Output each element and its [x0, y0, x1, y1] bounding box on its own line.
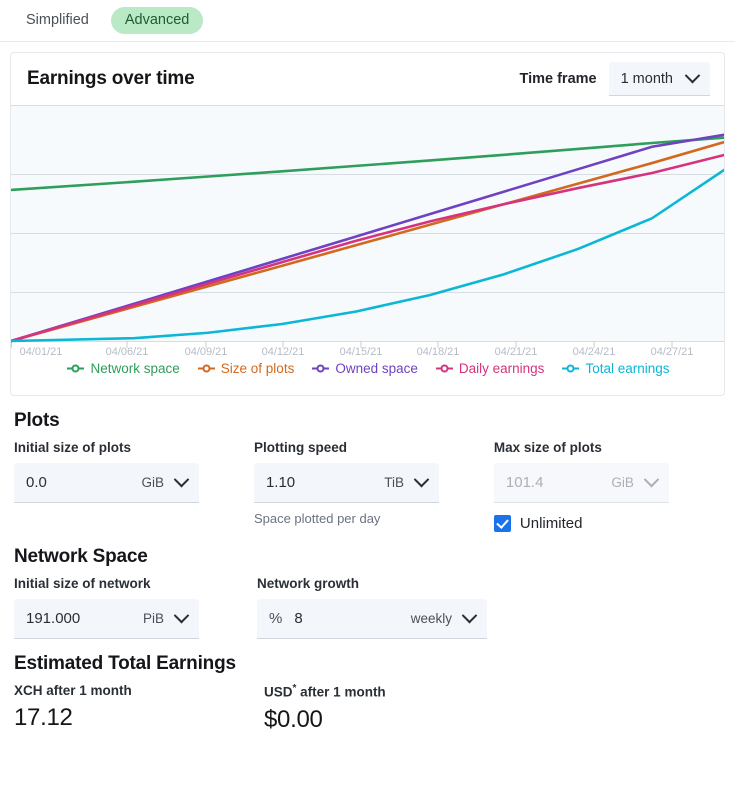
mode-tabbar: Simplified Advanced — [0, 0, 735, 42]
legend-item-3[interactable]: Daily earnings — [436, 361, 545, 376]
max-size-of-plots-value: 101.4 — [506, 474, 544, 491]
legend-item-2[interactable]: Owned space — [312, 361, 418, 376]
max-size-of-plots-field: Max size of plots 101.4 GiB Unlimited — [494, 440, 721, 532]
chart-legend: Network space Size of plots Owned space Dai… — [11, 355, 725, 386]
max-size-of-plots-input: 101.4 GiB — [494, 463, 669, 503]
initial-size-of-plots-label: Initial size of plots — [14, 440, 254, 455]
plots-heading: Plots — [14, 410, 721, 432]
chevron-down-icon — [174, 608, 190, 624]
initial-size-of-network-value: 191.000 — [26, 610, 80, 627]
x-axis-tick-labels: 04/01/21 04/06/21 04/09/21 04/12/21 04/15/21… — [20, 346, 694, 355]
earnings-values-row: XCH after 1 month 17.12 USD* after 1 mon… — [14, 683, 721, 734]
unit-value: TiB — [384, 475, 404, 490]
initial-size-of-plots-field: Initial size of plots 0.0 GiB — [14, 440, 254, 532]
legend-label: Daily earnings — [459, 361, 545, 376]
chevron-down-icon — [685, 68, 701, 84]
x-tick-label: 04/21/21 — [495, 346, 538, 355]
plotting-speed-input[interactable]: 1.10 TiB — [254, 463, 439, 503]
legend-marker-icon — [198, 363, 215, 374]
network-growth-period-select[interactable]: weekly — [411, 611, 475, 626]
usd-earnings-value: $0.00 — [264, 706, 514, 734]
initial-size-of-plots-value: 0.0 — [26, 474, 47, 491]
x-tick-label: 04/01/21 — [20, 346, 63, 355]
time-frame-value: 1 month — [621, 71, 673, 87]
network-growth-input[interactable]: % 8 weekly — [257, 599, 487, 639]
initial-size-of-network-field: Initial size of network 191.000 PiB — [14, 576, 257, 639]
unit-value: PiB — [143, 611, 164, 626]
plotting-speed-unit-select[interactable]: TiB — [384, 475, 427, 490]
time-frame-select[interactable]: 1 month — [609, 62, 710, 96]
tab-simplified[interactable]: Simplified — [12, 7, 103, 34]
tab-advanced[interactable]: Advanced — [111, 7, 204, 34]
unlimited-label: Unlimited — [520, 515, 583, 532]
chart-svg: 04/01/21 04/06/21 04/09/21 04/12/21 04/15/21… — [11, 105, 725, 355]
plot-background — [11, 105, 725, 341]
legend-label: Network space — [90, 361, 179, 376]
usd-earnings-label: USD* after 1 month — [264, 683, 514, 700]
plots-section: Plots Initial size of plots 0.0 GiB Plot… — [0, 410, 735, 532]
percent-symbol: % — [269, 610, 282, 627]
earnings-chart-card: Earnings over time Time frame 1 month — [10, 52, 725, 396]
plots-fields-row: Initial size of plots 0.0 GiB Plotting s… — [14, 440, 721, 532]
max-size-of-plots-label: Max size of plots — [494, 440, 721, 455]
time-frame-control: Time frame 1 month — [519, 62, 710, 96]
page-title: Earnings over time — [27, 68, 194, 90]
initial-size-of-plots-input[interactable]: 0.0 GiB — [14, 463, 199, 503]
legend-marker-icon — [436, 363, 453, 374]
network-growth-value-group: % 8 — [269, 610, 303, 627]
x-tick-label: 04/27/21 — [651, 346, 694, 355]
x-tick-label: 04/24/21 — [573, 346, 616, 355]
network-space-fields-row: Initial size of network 191.000 PiB Netw… — [14, 576, 721, 639]
plotting-speed-value: 1.10 — [266, 474, 295, 491]
xch-earnings-block: XCH after 1 month 17.12 — [14, 683, 264, 734]
xch-earnings-label: XCH after 1 month — [14, 683, 264, 698]
unlimited-checkbox[interactable] — [494, 515, 511, 532]
network-growth-field: Network growth % 8 weekly — [257, 576, 487, 639]
x-tick-label: 04/18/21 — [417, 346, 460, 355]
chart-card-header: Earnings over time Time frame 1 month — [11, 53, 724, 105]
xch-earnings-value: 17.12 — [14, 704, 264, 732]
estimated-total-earnings-heading: Estimated Total Earnings — [14, 653, 721, 675]
legend-label: Size of plots — [221, 361, 295, 376]
network-space-section: Network Space Initial size of network 19… — [0, 546, 735, 639]
estimated-total-earnings-section: Estimated Total Earnings XCH after 1 mon… — [0, 653, 735, 734]
usd-label-main: USD — [264, 685, 293, 700]
initial-size-of-network-label: Initial size of network — [14, 576, 257, 591]
legend-marker-icon — [562, 363, 579, 374]
unit-value: GiB — [611, 475, 634, 490]
usd-earnings-block: USD* after 1 month $0.00 — [264, 683, 514, 734]
chevron-down-icon — [414, 472, 430, 488]
unit-value: GiB — [141, 475, 164, 490]
legend-item-1[interactable]: Size of plots — [198, 361, 295, 376]
initial-size-of-network-input[interactable]: 191.000 PiB — [14, 599, 199, 639]
x-tick-label: 04/09/21 — [185, 346, 228, 355]
plotting-speed-label: Plotting speed — [254, 440, 494, 455]
plotting-speed-hint: Space plotted per day — [254, 511, 494, 526]
usd-label-rest: after 1 month — [296, 685, 385, 700]
earnings-chart-plot: 04/01/21 04/06/21 04/09/21 04/12/21 04/15/21… — [11, 105, 725, 395]
initial-size-of-plots-unit-select[interactable]: GiB — [141, 475, 187, 490]
legend-marker-icon — [67, 363, 84, 374]
period-value: weekly — [411, 611, 452, 626]
unlimited-checkbox-row[interactable]: Unlimited — [494, 515, 721, 532]
network-growth-label: Network growth — [257, 576, 487, 591]
initial-size-of-network-unit-select[interactable]: PiB — [143, 611, 187, 626]
legend-item-0[interactable]: Network space — [67, 361, 179, 376]
chevron-down-icon — [644, 472, 660, 488]
chevron-down-icon — [462, 608, 478, 624]
legend-item-4[interactable]: Total earnings — [562, 361, 669, 376]
plotting-speed-field: Plotting speed 1.10 TiB Space plotted pe… — [254, 440, 494, 532]
max-size-of-plots-unit-select: GiB — [611, 475, 657, 490]
time-frame-label: Time frame — [519, 71, 596, 87]
legend-label: Owned space — [335, 361, 418, 376]
advanced-calculator-page: Simplified Advanced Earnings over time T… — [0, 0, 735, 796]
network-growth-value: 8 — [294, 610, 302, 627]
legend-label: Total earnings — [585, 361, 669, 376]
chevron-down-icon — [174, 472, 190, 488]
x-tick-label: 04/12/21 — [262, 346, 305, 355]
x-tick-label: 04/15/21 — [340, 346, 383, 355]
x-tick-label: 04/06/21 — [106, 346, 149, 355]
legend-marker-icon — [312, 363, 329, 374]
network-space-heading: Network Space — [14, 546, 721, 568]
